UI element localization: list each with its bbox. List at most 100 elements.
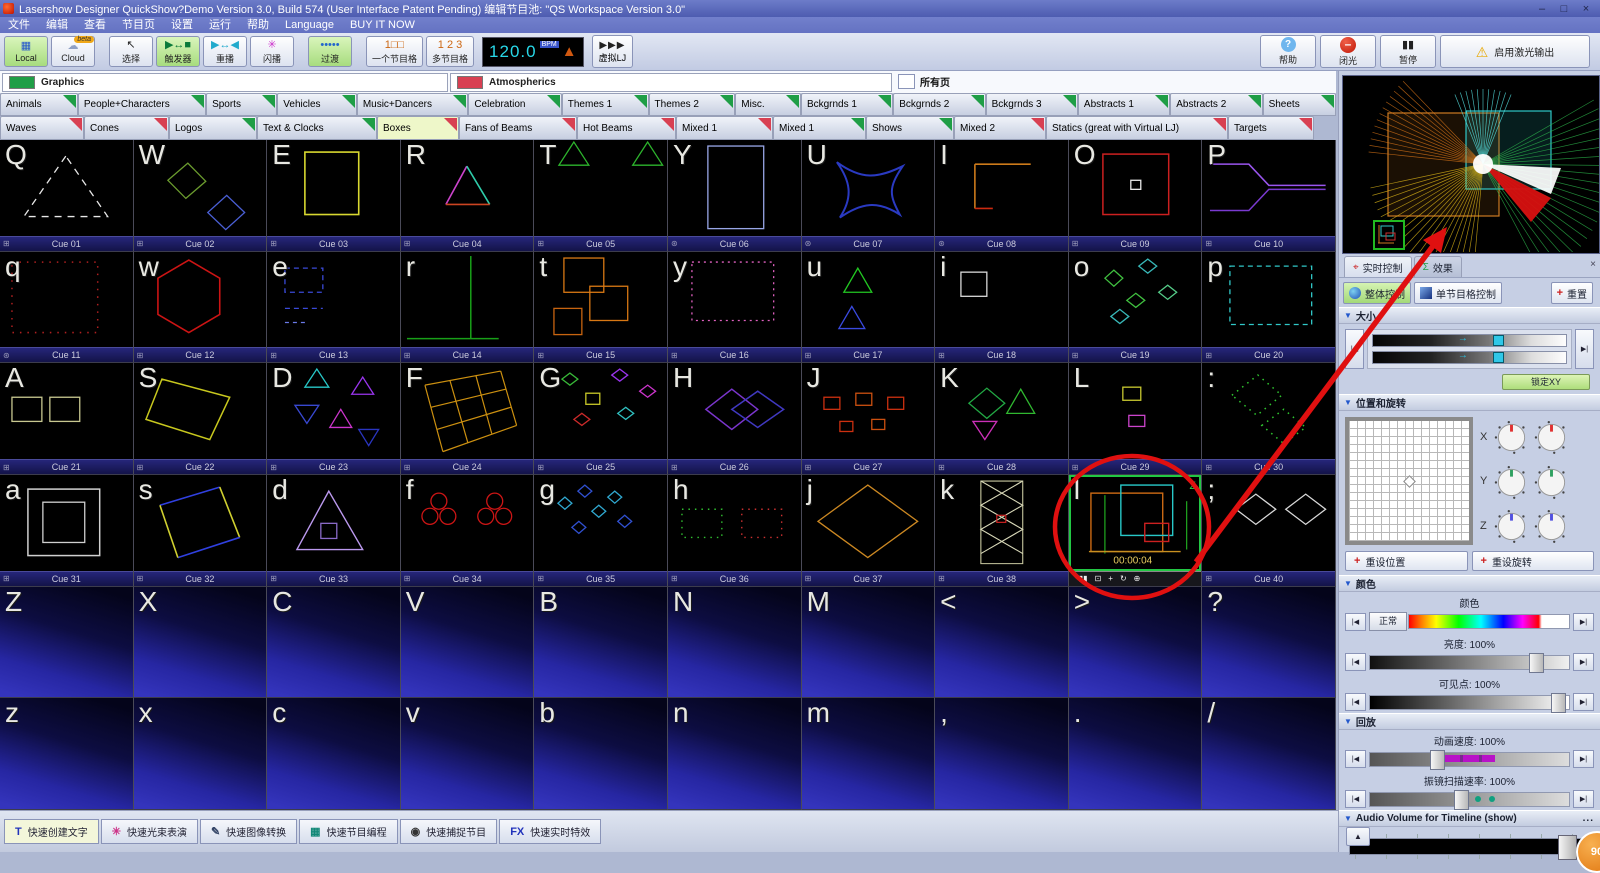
coarse-knob-x[interactable]	[1494, 419, 1529, 454]
empty-cue-cell-110[interactable]: n	[668, 698, 802, 810]
category-atmospherics[interactable]: Atmospherics	[450, 73, 892, 92]
empty-cue-cell-66[interactable]: B	[534, 587, 668, 699]
cue-cell-cue-34[interactable]: f⊞Cue 34	[401, 475, 535, 587]
more-icon[interactable]: ...	[1583, 813, 1600, 824]
audio-volume-slider[interactable]	[1349, 838, 1590, 855]
metronome-icon[interactable]: ▲	[562, 44, 577, 59]
brightness-slider[interactable]	[1369, 655, 1570, 670]
empty-cue-cell-120[interactable]: x	[134, 698, 268, 810]
cue-cell-cue-02[interactable]: W⊞Cue 02	[134, 140, 268, 252]
quick-beam-show-tab[interactable]: ✳快速光束表演	[101, 819, 198, 844]
fine-knob-x[interactable]	[1534, 419, 1569, 454]
cue-cell-cue-39[interactable]: 00:00:04Σl▮▮⊡+↻⊕	[1069, 475, 1203, 587]
position-pad[interactable]	[1345, 417, 1473, 545]
color-step-right-button[interactable]: ▶|	[1573, 613, 1594, 631]
page-tab-celebration[interactable]: Celebration	[468, 93, 561, 116]
fine-knob-z[interactable]	[1534, 508, 1569, 543]
empty-cue-cell-78[interactable]: N	[668, 587, 802, 699]
page-tab-bckgrnds-2[interactable]: Bckgrnds 2	[893, 93, 985, 116]
visible-points-thumb[interactable]	[1551, 693, 1566, 713]
cue-cell-cue-16[interactable]: y⊞Cue 16	[668, 252, 802, 364]
visible-step-right-button[interactable]: ▶|	[1573, 693, 1594, 711]
move-icon[interactable]: +	[1108, 574, 1113, 583]
animation-speed-thumb[interactable]	[1430, 750, 1445, 770]
page-tab-sports[interactable]: Sports	[206, 93, 277, 116]
brightness-thumb[interactable]	[1529, 653, 1544, 673]
page-tab-bckgrnds-1[interactable]: Bckgrnds 1	[801, 93, 893, 116]
empty-cue-cell-90[interactable]: Z	[0, 587, 134, 699]
page-tab-shows[interactable]: Shows	[866, 116, 954, 140]
reset-rotation-button[interactable]: + 重设旋转	[1472, 551, 1595, 571]
coarse-knob-z[interactable]	[1494, 508, 1529, 543]
empty-cue-cell-62[interactable]: >	[1069, 587, 1203, 699]
menu-item-1[interactable]: 编辑	[38, 17, 76, 33]
position-marker[interactable]	[1403, 475, 1416, 488]
empty-cue-cell-109[interactable]: m	[802, 698, 936, 810]
panel-close-icon[interactable]: ×	[1590, 259, 1596, 270]
frame-icon[interactable]: ⊡	[1095, 574, 1102, 583]
page-tab-sheets[interactable]: Sheets	[1263, 93, 1336, 116]
menu-item-4[interactable]: 设置	[163, 17, 201, 33]
cue-cell-cue-18[interactable]: i⊞Cue 18	[935, 252, 1069, 364]
cue-cell-cue-33[interactable]: d⊞Cue 33	[267, 475, 401, 587]
coarse-knob-y[interactable]	[1494, 464, 1529, 499]
playback-section-header[interactable]: ▼ 回放	[1339, 713, 1600, 730]
quick-fx-tab[interactable]: FX快速实时特效	[499, 819, 601, 844]
cue-cell-cue-30[interactable]: :⊞Cue 30	[1202, 363, 1336, 475]
reset-position-button[interactable]: + 重设位置	[1345, 551, 1468, 571]
menu-item-2[interactable]: 查看	[76, 17, 114, 33]
empty-cue-cell-60[interactable]: <	[935, 587, 1069, 699]
page-tab-mixed-2[interactable]: Mixed 2	[954, 116, 1046, 140]
cue-cell-cue-40[interactable]: ;⊞Cue 40	[1202, 475, 1336, 587]
one-cue-button[interactable]: 1□□一个节目格	[366, 36, 423, 67]
visible-step-left-button[interactable]: |◀	[1345, 693, 1366, 711]
cue-cell-cue-21[interactable]: A⊞Cue 21	[0, 363, 134, 475]
menu-item-6[interactable]: 帮助	[239, 17, 277, 33]
size-x-slider[interactable]: →	[1372, 334, 1567, 347]
cloud-button[interactable]: ☁betaCloud	[51, 36, 95, 67]
cue-cell-cue-24[interactable]: F⊞Cue 24	[401, 363, 535, 475]
color-section-header[interactable]: ▼ 颜色	[1339, 575, 1600, 592]
cue-cell-cue-08[interactable]: I⊛Cue 08	[935, 140, 1069, 252]
page-tab-abstracts-2[interactable]: Abstracts 2	[1170, 93, 1262, 116]
page-tab-themes-1[interactable]: Themes 1	[562, 93, 649, 116]
empty-cue-cell-88[interactable]: X	[134, 587, 268, 699]
page-tab-fans-of-beams[interactable]: Fans of Beams	[459, 116, 577, 140]
cue-cell-cue-07[interactable]: U⊛Cue 07	[802, 140, 936, 252]
category-graphics[interactable]: Graphics	[2, 73, 448, 92]
empty-cue-cell-77[interactable]: M	[802, 587, 936, 699]
tab-realtime-control[interactable]: ⌖ 实时控制	[1344, 256, 1412, 277]
empty-cue-cell-99[interactable]: c	[267, 698, 401, 810]
cue-cell-cue-15[interactable]: t⊞Cue 15	[534, 252, 668, 364]
audio-section-header[interactable]: ▼ Audio Volume for Timeline (show) ...	[1339, 810, 1600, 827]
menu-item-8[interactable]: BUY IT NOW	[342, 17, 423, 33]
page-tab-abstracts-1[interactable]: Abstracts 1	[1078, 93, 1170, 116]
help-button[interactable]: ?帮助	[1260, 35, 1316, 68]
page-tab-bckgrnds-3[interactable]: Bckgrnds 3	[986, 93, 1078, 116]
audio-volume-handle[interactable]	[1558, 835, 1577, 860]
cue-cell-cue-01[interactable]: Q⊞Cue 01	[0, 140, 134, 252]
quick-text-tab[interactable]: T快速创建文字	[4, 819, 99, 844]
lock-xy-button[interactable]: 锁定XY	[1502, 374, 1590, 390]
page-tab-text-clocks[interactable]: Text & Clocks	[257, 116, 377, 140]
empty-cue-cell-46[interactable]: .	[1069, 698, 1203, 810]
cue-cell-cue-03[interactable]: E⊞Cue 03	[267, 140, 401, 252]
cue-cell-cue-26[interactable]: H⊞Cue 26	[668, 363, 802, 475]
page-tab-mixed-1[interactable]: Mixed 1	[773, 116, 866, 140]
virtual-lj-button[interactable]: ▶▶▶ 虚拟LJ	[592, 35, 634, 68]
fine-knob-y[interactable]	[1534, 464, 1569, 499]
tab-effects[interactable]: Σ 效果	[1414, 256, 1462, 277]
page-tab-animals[interactable]: Animals	[0, 93, 78, 116]
visible-points-slider[interactable]	[1369, 695, 1570, 710]
replay-button[interactable]: ▶↔◀重播	[203, 36, 247, 67]
close-icon[interactable]: ×	[1576, 3, 1596, 15]
overall-control-button[interactable]: 整体控制	[1343, 282, 1411, 304]
cue-cell-cue-28[interactable]: K⊞Cue 28	[935, 363, 1069, 475]
cue-cell-cue-11[interactable]: q⊛Cue 11	[0, 252, 134, 364]
local-button[interactable]: ▦Local	[4, 36, 48, 67]
cue-cell-cue-05[interactable]: T⊞Cue 05	[534, 140, 668, 252]
anim-step-left-button[interactable]: |◀	[1345, 750, 1366, 768]
cue-cell-cue-35[interactable]: g⊞Cue 35	[534, 475, 668, 587]
menu-item-3[interactable]: 节目页	[114, 17, 163, 33]
transition-button[interactable]: •••••过渡	[308, 36, 352, 67]
